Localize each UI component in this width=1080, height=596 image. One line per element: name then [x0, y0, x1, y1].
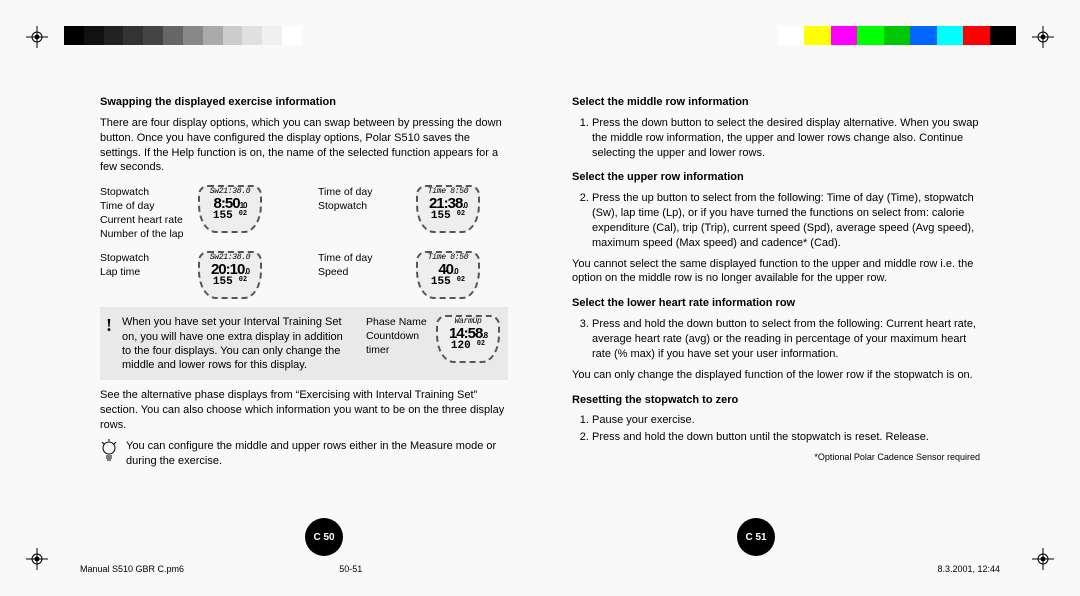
watch-display-1a: Sw21:38.0 8:5010 15502: [198, 185, 262, 233]
display-row-2: Stopwatch Lap time Sw21:38.0 20:10.0 155…: [100, 251, 508, 299]
watch-display-2b: Time 8:50 40.0 15502: [416, 251, 480, 299]
page-body: Swapping the displayed exercise informat…: [100, 95, 980, 541]
sec1-item-1: Press the down button to select the desi…: [592, 116, 980, 161]
display1b-labels: Time of day Stopwatch: [318, 185, 410, 213]
sec2-item-2: Press the up button to select from the f…: [592, 191, 980, 250]
footer-file: Manual S510 GBR C.pm6: [80, 564, 184, 574]
sec4-item-2: Press and hold the down button until the…: [592, 430, 980, 445]
cadence-footnote: *Optional Polar Cadence Sensor required: [572, 451, 980, 463]
display2b-labels: Time of day Speed: [318, 251, 410, 279]
sec3-item-3: Press and hold the down button to select…: [592, 317, 980, 362]
footer-pages: 50-51: [339, 564, 362, 574]
tip-text: You can configure the middle and upper r…: [126, 439, 508, 469]
display-row-1: Stopwatch Time of day Current heart rate…: [100, 185, 508, 241]
watch-display-2a: Sw21:38.0 20:10.0 15502: [198, 251, 262, 299]
left-heading-1: Swapping the displayed exercise informat…: [100, 96, 336, 108]
interval-note-box: ! When you have set your Interval Traini…: [100, 307, 508, 380]
display2a-labels: Stopwatch Lap time: [100, 251, 192, 279]
page-number-bar: C 50 C 51: [0, 518, 1080, 556]
grayscale-colorbar: [64, 26, 302, 45]
exclamation-icon: !: [106, 313, 112, 337]
watch-display-interval: WarmUp 14:58.8 12002: [436, 315, 500, 363]
right-heading-2: Select the upper row information: [572, 171, 744, 183]
right-heading-3: Select the lower heart rate information …: [572, 297, 795, 309]
footer-bar: Manual S510 GBR C.pm6 50-51 8.3.2001, 12…: [80, 564, 1000, 574]
page-number-right: C 51: [737, 518, 775, 556]
sec2-after: You cannot select the same displayed fun…: [572, 257, 980, 287]
left-para-1: There are four display options, which yo…: [100, 116, 508, 175]
process-colorbar: [778, 26, 1016, 45]
registration-mark-tr: [1032, 26, 1054, 48]
right-column: Select the middle row information Press …: [572, 95, 980, 541]
page-number-left: C 50: [305, 518, 343, 556]
display1a-labels: Stopwatch Time of day Current heart rate…: [100, 185, 192, 241]
right-heading-4: Resetting the stopwatch to zero: [572, 394, 738, 406]
sec4-item-1: Pause your exercise.: [592, 413, 980, 428]
note-labels: Phase Name Countdown timer: [366, 315, 430, 357]
lightbulb-icon: [100, 439, 118, 468]
right-heading-1: Select the middle row information: [572, 96, 749, 108]
footer-date: 8.3.2001, 12:44: [937, 564, 1000, 574]
watch-display-1b: Time 8:50 21:38.0 15502: [416, 185, 480, 233]
sec3-after: You can only change the displayed functi…: [572, 368, 980, 383]
registration-mark-tl: [26, 26, 48, 48]
left-column: Swapping the displayed exercise informat…: [100, 95, 508, 541]
tip-row: You can configure the middle and upper r…: [100, 439, 508, 469]
left-para-2: See the alternative phase displays from …: [100, 388, 508, 433]
